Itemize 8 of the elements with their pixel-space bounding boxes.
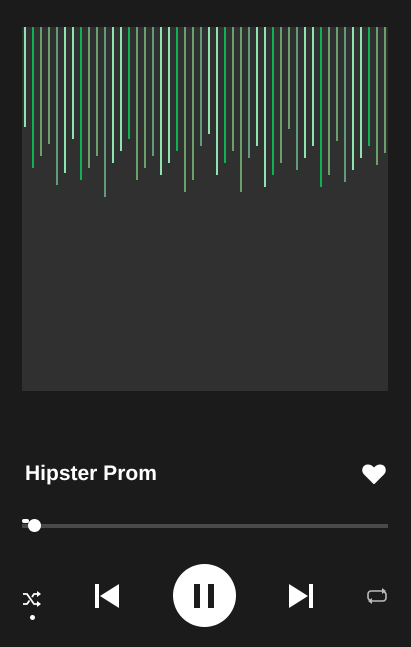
pause-icon [193,584,215,608]
heart-icon[interactable] [362,463,386,485]
track-title: Hipster Prom [25,462,157,486]
repeat-icon[interactable] [366,586,388,604]
progress-thumb[interactable] [28,519,42,532]
shuffle-icon[interactable] [22,590,42,608]
previous-icon[interactable] [94,582,120,608]
next-icon[interactable] [288,582,314,608]
